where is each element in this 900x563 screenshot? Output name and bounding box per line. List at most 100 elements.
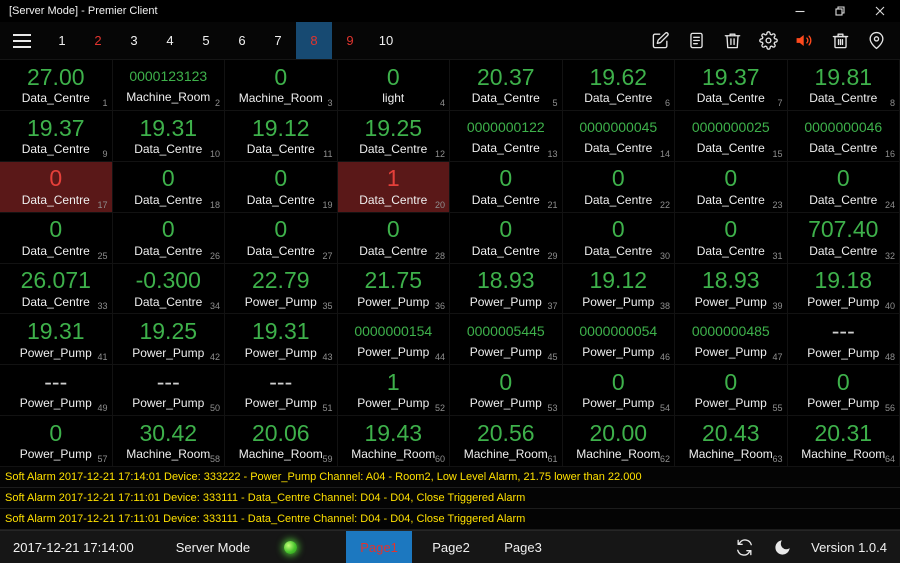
grid-cell-28[interactable]: 0 Data_Centre 28 [337,212,450,264]
grid-cell-5[interactable]: 20.37 Data_Centre 5 [450,60,563,111]
cell-value: 21.75 [364,267,423,294]
title-bar: [Server Mode] - Premier Client [0,0,900,22]
night-mode-icon[interactable] [773,538,792,557]
grid-cell-47[interactable]: 0000000485 Power_Pump 47 [675,314,788,366]
grid-cell-49[interactable]: --- Power_Pump 49 [0,365,113,417]
page-number-9[interactable]: 9 [332,22,368,59]
grid-cell-59[interactable]: 20.06 Machine_Room 59 [225,416,338,467]
grid-cell-40[interactable]: 19.18 Power_Pump 40 [787,263,900,315]
grid-cell-33[interactable]: 26.071 Data_Centre 33 [0,263,113,315]
grid-cell-6[interactable]: 19.62 Data_Centre 6 [562,60,675,111]
cell-label: Data_Centre [134,294,203,309]
tab-page3[interactable]: Page3 [490,531,556,563]
alarm-log-line[interactable]: Soft Alarm 2017-12-21 17:11:01 Device: 3… [0,488,900,509]
grid-cell-13[interactable]: 0000000122 Data_Centre 13 [450,110,563,162]
document-icon[interactable] [687,31,706,50]
grid-cell-19[interactable]: 0 Data_Centre 19 [225,161,338,213]
clear-alarm-icon[interactable] [831,31,850,50]
cell-index: 55 [772,403,783,414]
grid-cell-37[interactable]: 18.93 Power_Pump 37 [450,263,563,315]
grid-cell-55[interactable]: 0 Power_Pump 55 [675,365,788,417]
menu-button[interactable] [0,22,44,59]
grid-cell-10[interactable]: 19.31 Data_Centre 10 [112,110,225,162]
page-number-3[interactable]: 3 [116,22,152,59]
grid-cell-8[interactable]: 19.81 Data_Centre 8 [787,60,900,111]
grid-cell-64[interactable]: 20.31 Machine_Room 64 [787,416,900,467]
grid-cell-9[interactable]: 19.37 Data_Centre 9 [0,110,113,162]
grid-cell-24[interactable]: 0 Data_Centre 24 [787,161,900,213]
grid-cell-16[interactable]: 0000000046 Data_Centre 16 [787,110,900,162]
grid-cell-32[interactable]: 707.40 Data_Centre 32 [787,212,900,264]
speaker-icon[interactable] [795,31,814,50]
grid-cell-7[interactable]: 19.37 Data_Centre 7 [675,60,788,111]
sync-icon[interactable] [735,538,754,557]
grid-cell-15[interactable]: 0000000025 Data_Centre 15 [675,110,788,162]
grid-cell-46[interactable]: 0000000054 Power_Pump 46 [562,314,675,366]
settings-icon[interactable] [759,31,778,50]
grid-cell-63[interactable]: 20.43 Machine_Room 63 [675,416,788,467]
grid-cell-44[interactable]: 0000000154 Power_Pump 44 [337,314,450,366]
cell-index: 58 [209,454,220,464]
grid-cell-39[interactable]: 18.93 Power_Pump 39 [675,263,788,315]
close-button[interactable] [860,0,900,22]
grid-cell-23[interactable]: 0 Data_Centre 23 [675,161,788,213]
page-number-2[interactable]: 2 [80,22,116,59]
grid-cell-29[interactable]: 0 Data_Centre 29 [450,212,563,264]
page-number-10[interactable]: 10 [368,22,404,59]
grid-cell-3[interactable]: 0 Machine_Room 3 [225,60,338,111]
grid-cell-26[interactable]: 0 Data_Centre 26 [112,212,225,264]
page-number-8[interactable]: 8 [296,22,332,59]
grid-cell-18[interactable]: 0 Data_Centre 18 [112,161,225,213]
grid-cell-54[interactable]: 0 Power_Pump 54 [562,365,675,417]
edit-icon[interactable] [651,31,670,50]
alarm-log-line[interactable]: Soft Alarm 2017-12-21 17:11:01 Device: 3… [0,509,900,530]
grid-cell-41[interactable]: 19.31 Power_Pump 41 [0,314,113,366]
alarm-log-line[interactable]: Soft Alarm 2017-12-21 17:14:01 Device: 3… [0,467,900,488]
grid-cell-22[interactable]: 0 Data_Centre 22 [562,161,675,213]
grid-cell-14[interactable]: 0000000045 Data_Centre 14 [562,110,675,162]
grid-cell-61[interactable]: 20.56 Machine_Room 61 [450,416,563,467]
grid-cell-43[interactable]: 19.31 Power_Pump 43 [225,314,338,366]
grid-cell-57[interactable]: 0 Power_Pump 57 [0,416,113,467]
minimize-button[interactable] [780,0,820,22]
grid-cell-52[interactable]: 1 Power_Pump 52 [337,365,450,417]
grid-cell-20[interactable]: 1 Data_Centre 20 [337,161,450,213]
grid-cell-56[interactable]: 0 Power_Pump 56 [787,365,900,417]
restore-button[interactable] [820,0,860,22]
grid-cell-42[interactable]: 19.25 Power_Pump 42 [112,314,225,366]
grid-cell-53[interactable]: 0 Power_Pump 53 [450,365,563,417]
grid-cell-50[interactable]: --- Power_Pump 50 [112,365,225,417]
grid-cell-27[interactable]: 0 Data_Centre 27 [225,212,338,264]
menu-icon [13,33,31,48]
grid-cell-31[interactable]: 0 Data_Centre 31 [675,212,788,264]
grid-cell-60[interactable]: 19.43 Machine_Room 60 [337,416,450,467]
page-number-1[interactable]: 1 [44,22,80,59]
grid-cell-2[interactable]: 0000123123 Machine_Room 2 [112,60,225,111]
tab-page1[interactable]: Page1 [346,531,412,563]
grid-cell-36[interactable]: 21.75 Power_Pump 36 [337,263,450,315]
grid-cell-51[interactable]: --- Power_Pump 51 [225,365,338,417]
grid-cell-38[interactable]: 19.12 Power_Pump 38 [562,263,675,315]
cell-value: 1 [386,368,400,395]
page-number-4[interactable]: 4 [152,22,188,59]
grid-cell-17[interactable]: 0 Data_Centre 17 [0,161,113,213]
grid-cell-4[interactable]: 0 light 4 [337,60,450,111]
grid-cell-35[interactable]: 22.79 Power_Pump 35 [225,263,338,315]
page-number-7[interactable]: 7 [260,22,296,59]
grid-cell-48[interactable]: --- Power_Pump 48 [787,314,900,366]
tab-page2[interactable]: Page2 [418,531,484,563]
grid-cell-1[interactable]: 27.00 Data_Centre 1 [0,60,113,111]
grid-cell-62[interactable]: 20.00 Machine_Room 62 [562,416,675,467]
grid-cell-58[interactable]: 30.42 Machine_Room 58 [112,416,225,467]
grid-cell-45[interactable]: 0000005445 Power_Pump 45 [450,314,563,366]
grid-cell-34[interactable]: -0.300 Data_Centre 34 [112,263,225,315]
location-icon[interactable] [867,31,886,50]
grid-cell-12[interactable]: 19.25 Data_Centre 12 [337,110,450,162]
grid-cell-30[interactable]: 0 Data_Centre 30 [562,212,675,264]
trash-icon[interactable] [723,31,742,50]
page-number-5[interactable]: 5 [188,22,224,59]
grid-cell-11[interactable]: 19.12 Data_Centre 11 [225,110,338,162]
grid-cell-25[interactable]: 0 Data_Centre 25 [0,212,113,264]
page-number-6[interactable]: 6 [224,22,260,59]
grid-cell-21[interactable]: 0 Data_Centre 21 [450,161,563,213]
